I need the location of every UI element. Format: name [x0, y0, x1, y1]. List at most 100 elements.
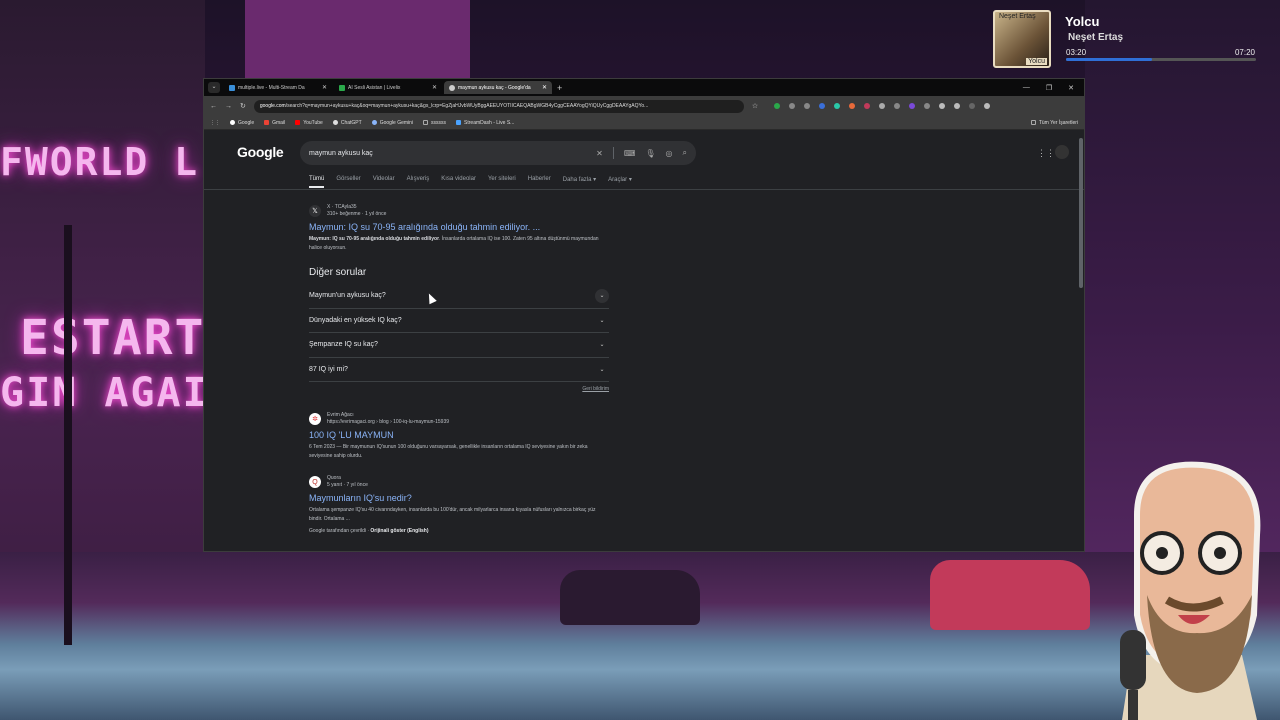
tab-all[interactable]: Tümü: [309, 176, 325, 188]
bookmark-star-icon[interactable]: ☆: [752, 102, 758, 110]
show-original-link[interactable]: Orijinali göster (English): [370, 528, 428, 534]
now-playing-widget: Neşet Ertaş Yolcu Yolcu Neşet Ertaş 03:2…: [993, 10, 1263, 72]
reload-icon[interactable]: ↻: [240, 102, 246, 110]
paa-question[interactable]: Şempanze IQ su kaç? ⌄: [309, 333, 609, 358]
tab-videos[interactable]: Videolar: [373, 176, 395, 188]
extension-icon[interactable]: [834, 103, 841, 109]
url-bar[interactable]: google.com/search?q=maymun+aykusu+kaç&oq…: [253, 99, 744, 113]
album-cover: Neşet Ertaş Yolcu: [993, 10, 1051, 68]
google-logo[interactable]: Google: [237, 144, 284, 160]
bookmark-streamdash[interactable]: StreamDash - Live S...: [456, 120, 514, 126]
lamp-post: [64, 225, 72, 645]
song-artist: Neşet Ertaş: [1068, 32, 1124, 43]
car-dark: [560, 570, 700, 625]
album-artist: Neşet Ertaş: [999, 13, 1036, 20]
window-controls: — ❐ ✕: [1023, 84, 1084, 92]
close-icon[interactable]: ✕: [542, 84, 547, 91]
clear-icon[interactable]: ✕: [596, 149, 603, 158]
microphone-icon[interactable]: 🎙: [645, 149, 655, 158]
search-results: 𝕏 X · TCAyla35 310+ beğenme · 1 yıl önce…: [309, 204, 609, 534]
tab-news[interactable]: Haberler: [528, 176, 551, 188]
extension-icon[interactable]: [879, 103, 886, 109]
extension-icon[interactable]: [804, 103, 811, 109]
bookmark-label: YouTube: [303, 119, 323, 126]
extension-icon[interactable]: [864, 103, 871, 109]
paa-question[interactable]: Maymun'un aykusu kaç? ⌄: [309, 284, 609, 309]
result-source[interactable]: Q Quora 5 yanıt · 7 yıl önce: [309, 475, 609, 489]
bookmark-label: ChatGPT: [340, 119, 362, 126]
bookmark-label: Gmail: [272, 119, 286, 126]
close-window-button[interactable]: ✕: [1068, 84, 1074, 92]
lens-icon[interactable]: ◎: [666, 149, 673, 158]
all-bookmarks[interactable]: Tüm Yer İşaretleri: [1030, 120, 1078, 126]
pink-tower: [245, 0, 470, 80]
tab-multistream[interactable]: multiple.live - Multi-Stream Da ✕: [224, 81, 332, 94]
sidebar-icon[interactable]: [954, 103, 961, 109]
extensions-puzzle-icon[interactable]: [939, 103, 946, 109]
menu-dots-icon[interactable]: [984, 103, 991, 109]
paa-question[interactable]: 87 IQ iyi mi? ⌄: [309, 358, 609, 382]
result-snippet: Ortalama şempanze IQ'su 40 civarındayken…: [309, 507, 596, 522]
bookmark-icon: [371, 120, 377, 125]
bookmark-folder[interactable]: ssssss: [423, 120, 446, 126]
car: [930, 560, 1090, 630]
divider: [612, 147, 614, 159]
google-results-page: Google maymun aykusu kaç ✕ ⌨ 🎙 ◎ ⌕ ⋮⋮⋮ T…: [204, 130, 1084, 551]
bookmark-gmail[interactable]: Gmail: [264, 120, 285, 126]
close-icon[interactable]: ✕: [322, 84, 327, 91]
paa-question-text: Şempanze IQ su kaç?: [309, 341, 378, 349]
tab-images[interactable]: Görseller: [336, 176, 360, 188]
bookmark-google[interactable]: Google: [230, 120, 254, 126]
result-source[interactable]: 𝕏 X · TCAyla35 310+ beğenme · 1 yıl önce: [309, 204, 609, 218]
search-input[interactable]: maymun aykusu kaç ✕ ⌨ 🎙 ◎ ⌕: [300, 141, 696, 165]
result-x: 𝕏 X · TCAyla35 310+ beğenme · 1 yıl önce…: [309, 204, 609, 253]
tab-shopping[interactable]: Alışveriş: [407, 176, 430, 188]
scrollbar[interactable]: [1079, 138, 1083, 288]
keyboard-icon[interactable]: ⌨: [624, 149, 636, 158]
tab-websites[interactable]: Yer siteleri: [488, 176, 516, 188]
extension-icon[interactable]: [894, 103, 901, 109]
result-source[interactable]: ✲ Evrim Ağacı https://evrimagaci.org › b…: [309, 412, 609, 426]
profile-icon[interactable]: [969, 103, 976, 109]
tab-more[interactable]: Daha fazla ▾: [563, 176, 596, 188]
tab-short-videos[interactable]: Kısa videolar: [441, 176, 476, 188]
extension-icon[interactable]: [909, 103, 916, 109]
new-tab-button[interactable]: +: [557, 83, 562, 93]
maximize-button[interactable]: ❐: [1046, 84, 1052, 92]
tab-tools[interactable]: Araçlar ▾: [608, 176, 632, 188]
apps-grid-icon[interactable]: ⋮⋮: [210, 120, 220, 126]
paa-question[interactable]: Dünyadaki en yüksek IQ kaç? ⌄: [309, 309, 609, 333]
tab-search-button[interactable]: ⌄: [208, 82, 220, 93]
tab-livelix[interactable]: AI Sesli Asistan | Livelix ✕: [334, 81, 442, 94]
avatar[interactable]: [1055, 145, 1069, 159]
time-total: 07:20: [1234, 48, 1255, 57]
close-icon[interactable]: ✕: [432, 84, 437, 91]
result-site-name: X · TCAyla35: [327, 204, 357, 210]
chevron-down-icon: ⌄: [599, 342, 605, 349]
back-arrow-icon[interactable]: ←: [210, 103, 217, 110]
neon-sign-3: GIN AGAIN: [0, 370, 235, 416]
extension-icon[interactable]: [819, 103, 826, 109]
divider: [204, 189, 1084, 190]
forward-arrow-icon[interactable]: →: [225, 103, 232, 110]
extensions-bar: [774, 103, 991, 109]
bookmark-gemini[interactable]: Google Gemini: [371, 120, 413, 126]
tab-label: maymun aykusu kaç - Google'da: [458, 84, 531, 91]
extension-icon[interactable]: [924, 103, 931, 109]
result-title-link[interactable]: Maymun: IQ su 70-95 aralığında olduğu ta…: [309, 222, 609, 232]
bookmark-chatgpt[interactable]: ChatGPT: [332, 119, 362, 126]
song-progress-fill: [1066, 58, 1152, 61]
extension-icon[interactable]: [849, 103, 856, 109]
search-icon[interactable]: ⌕: [683, 148, 687, 158]
minimize-button[interactable]: —: [1023, 84, 1030, 92]
tab-favicon: [449, 84, 455, 91]
bookmark-youtube[interactable]: YouTube: [295, 120, 323, 126]
tab-google-search[interactable]: maymun aykusu kaç - Google'da ✕: [444, 81, 552, 94]
extension-icon[interactable]: [789, 103, 796, 109]
feedback-link[interactable]: Geri bildirim: [309, 386, 609, 392]
song-title: Yolcu: [1065, 14, 1100, 29]
bookmark-label: StreamDash - Live S...: [464, 119, 515, 126]
result-title-link[interactable]: 100 IQ 'LU MAYMUN: [309, 430, 609, 440]
result-title-link[interactable]: Maymunların IQ'su nedir?: [309, 493, 609, 503]
extension-icon[interactable]: [774, 103, 781, 109]
